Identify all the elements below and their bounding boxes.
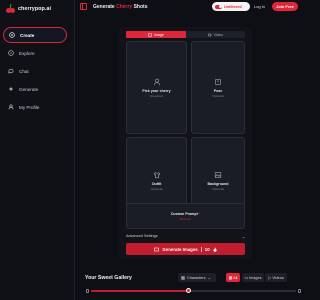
small-grid-icon [86,289,89,293]
required-marker: * [198,211,201,216]
filter-all[interactable]: ▦ All [226,273,240,282]
unfiltered-toggle[interactable]: Unfiltered [212,2,250,11]
dropdown-value: Characters [187,275,206,280]
tab-label: Video [213,32,223,37]
credit-cost: 10 [204,246,210,252]
sidebar-item-label: My Profile [19,104,40,110]
generate-images-button[interactable]: Generate Images 10 [126,243,245,255]
gallery-title: Your Sweet Gallery [85,275,132,281]
sidebar-item-label: Explore [19,50,35,56]
landscape-icon [214,172,222,178]
tile-label: Outfit [151,182,162,186]
video-icon: ▷ [268,276,272,280]
tile-label: Pose [213,88,223,93]
filter-images[interactable]: ▭ Images [242,273,264,282]
custom-prompt-tile[interactable]: Custom Prompt * Remove [126,203,245,229]
cherry-logo-icon [6,3,15,13]
remove-prompt-link[interactable]: Remove [180,217,192,221]
sidebar-item-label: Chat [19,68,29,74]
title-suffix: Shots [133,3,148,10]
large-grid-icon [298,289,301,293]
user-icon [153,78,160,85]
characters-dropdown[interactable]: Characters ⌄ [178,273,216,282]
chat-bubble-icon [8,68,14,74]
image-icon [147,33,152,36]
advanced-settings-toggle[interactable]: Advanced Settings ⌄ [126,234,245,239]
title-accent: Cherry [116,3,133,10]
tile-label: Background [207,182,229,186]
pose-figure-icon [215,78,221,85]
filter-label: Images [249,275,262,280]
gallery-size-slider[interactable] [86,288,301,293]
image-icon: ▭ [244,276,249,280]
slider-fill [91,290,190,292]
tab-video[interactable]: Video [186,31,246,38]
panel-toggle-icon[interactable] [80,3,87,10]
video-icon [207,33,212,36]
compass-icon [8,50,14,56]
filter-label: Videos [272,275,284,280]
slider-handle[interactable] [186,288,192,293]
media-type-tabs: Image Video [126,31,245,38]
page-title: Generate Cherry Shots [93,4,147,10]
sidebar-item-create[interactable]: Create [3,27,67,43]
login-link[interactable]: Log in [254,4,265,9]
advanced-settings-label: Advanced Settings [126,234,158,238]
generate-label: Generate Images [162,246,198,252]
prompt-label-text: Custom Prompt [170,211,198,216]
unfiltered-label: Unfiltered [224,4,242,9]
grid-icon [181,275,185,280]
pick-cherry-tile[interactable]: Pick your cherry Required [126,41,187,134]
sidebar: cherrypop.ai Create Explore Chat Generat… [0,0,75,300]
chevron-down-icon: ⌄ [241,235,245,239]
shirt-icon [153,172,160,179]
image-icon [154,247,160,251]
grid-icon: ▦ [228,276,233,280]
join-free-button[interactable]: Join Free [272,2,298,11]
tab-label: Image [153,32,164,37]
top-header: Generate Cherry Shots Unfiltered Log in … [76,0,300,14]
plus-circle-icon [9,32,15,38]
tile-sublabel: Optional [212,93,224,98]
tile-label: Custom Prompt * [171,212,200,216]
divider [200,246,202,252]
pose-tile[interactable]: Pose Optional [191,41,245,134]
tile-sublabel: Optional [150,187,163,191]
user-icon [8,104,14,110]
sidebar-item-label: Generate [19,86,39,92]
tile-sublabel: Required [150,93,163,98]
sidebar-item-explore[interactable]: Explore [3,45,67,61]
brand-name: cherrypop.ai [18,5,52,12]
tile-sublabel: Optional [212,187,224,191]
filter-videos[interactable]: ▷ Videos [265,273,287,282]
sidebar-item-my-profile[interactable]: My Profile [3,99,67,115]
title-prefix: Generate [93,3,115,10]
tile-label: Pick your cherry [142,88,171,93]
chevron-down-icon: ⌄ [207,276,211,280]
sparkle-icon [8,86,14,92]
filter-label: All [233,275,238,280]
tab-image[interactable]: Image [126,31,186,38]
sidebar-item-label: Create [20,32,35,38]
sidebar-item-generate[interactable]: Generate [3,81,67,97]
generator-card: Image Video Pick your cherry Required Po… [119,27,252,259]
brand-logo[interactable]: cherrypop.ai [6,3,52,13]
flame-icon [213,246,217,252]
sidebar-item-chat[interactable]: Chat [3,63,67,79]
toggle-switch-icon [215,4,222,9]
sidebar-nav: Create Explore Chat Generate My Profile [3,27,67,117]
